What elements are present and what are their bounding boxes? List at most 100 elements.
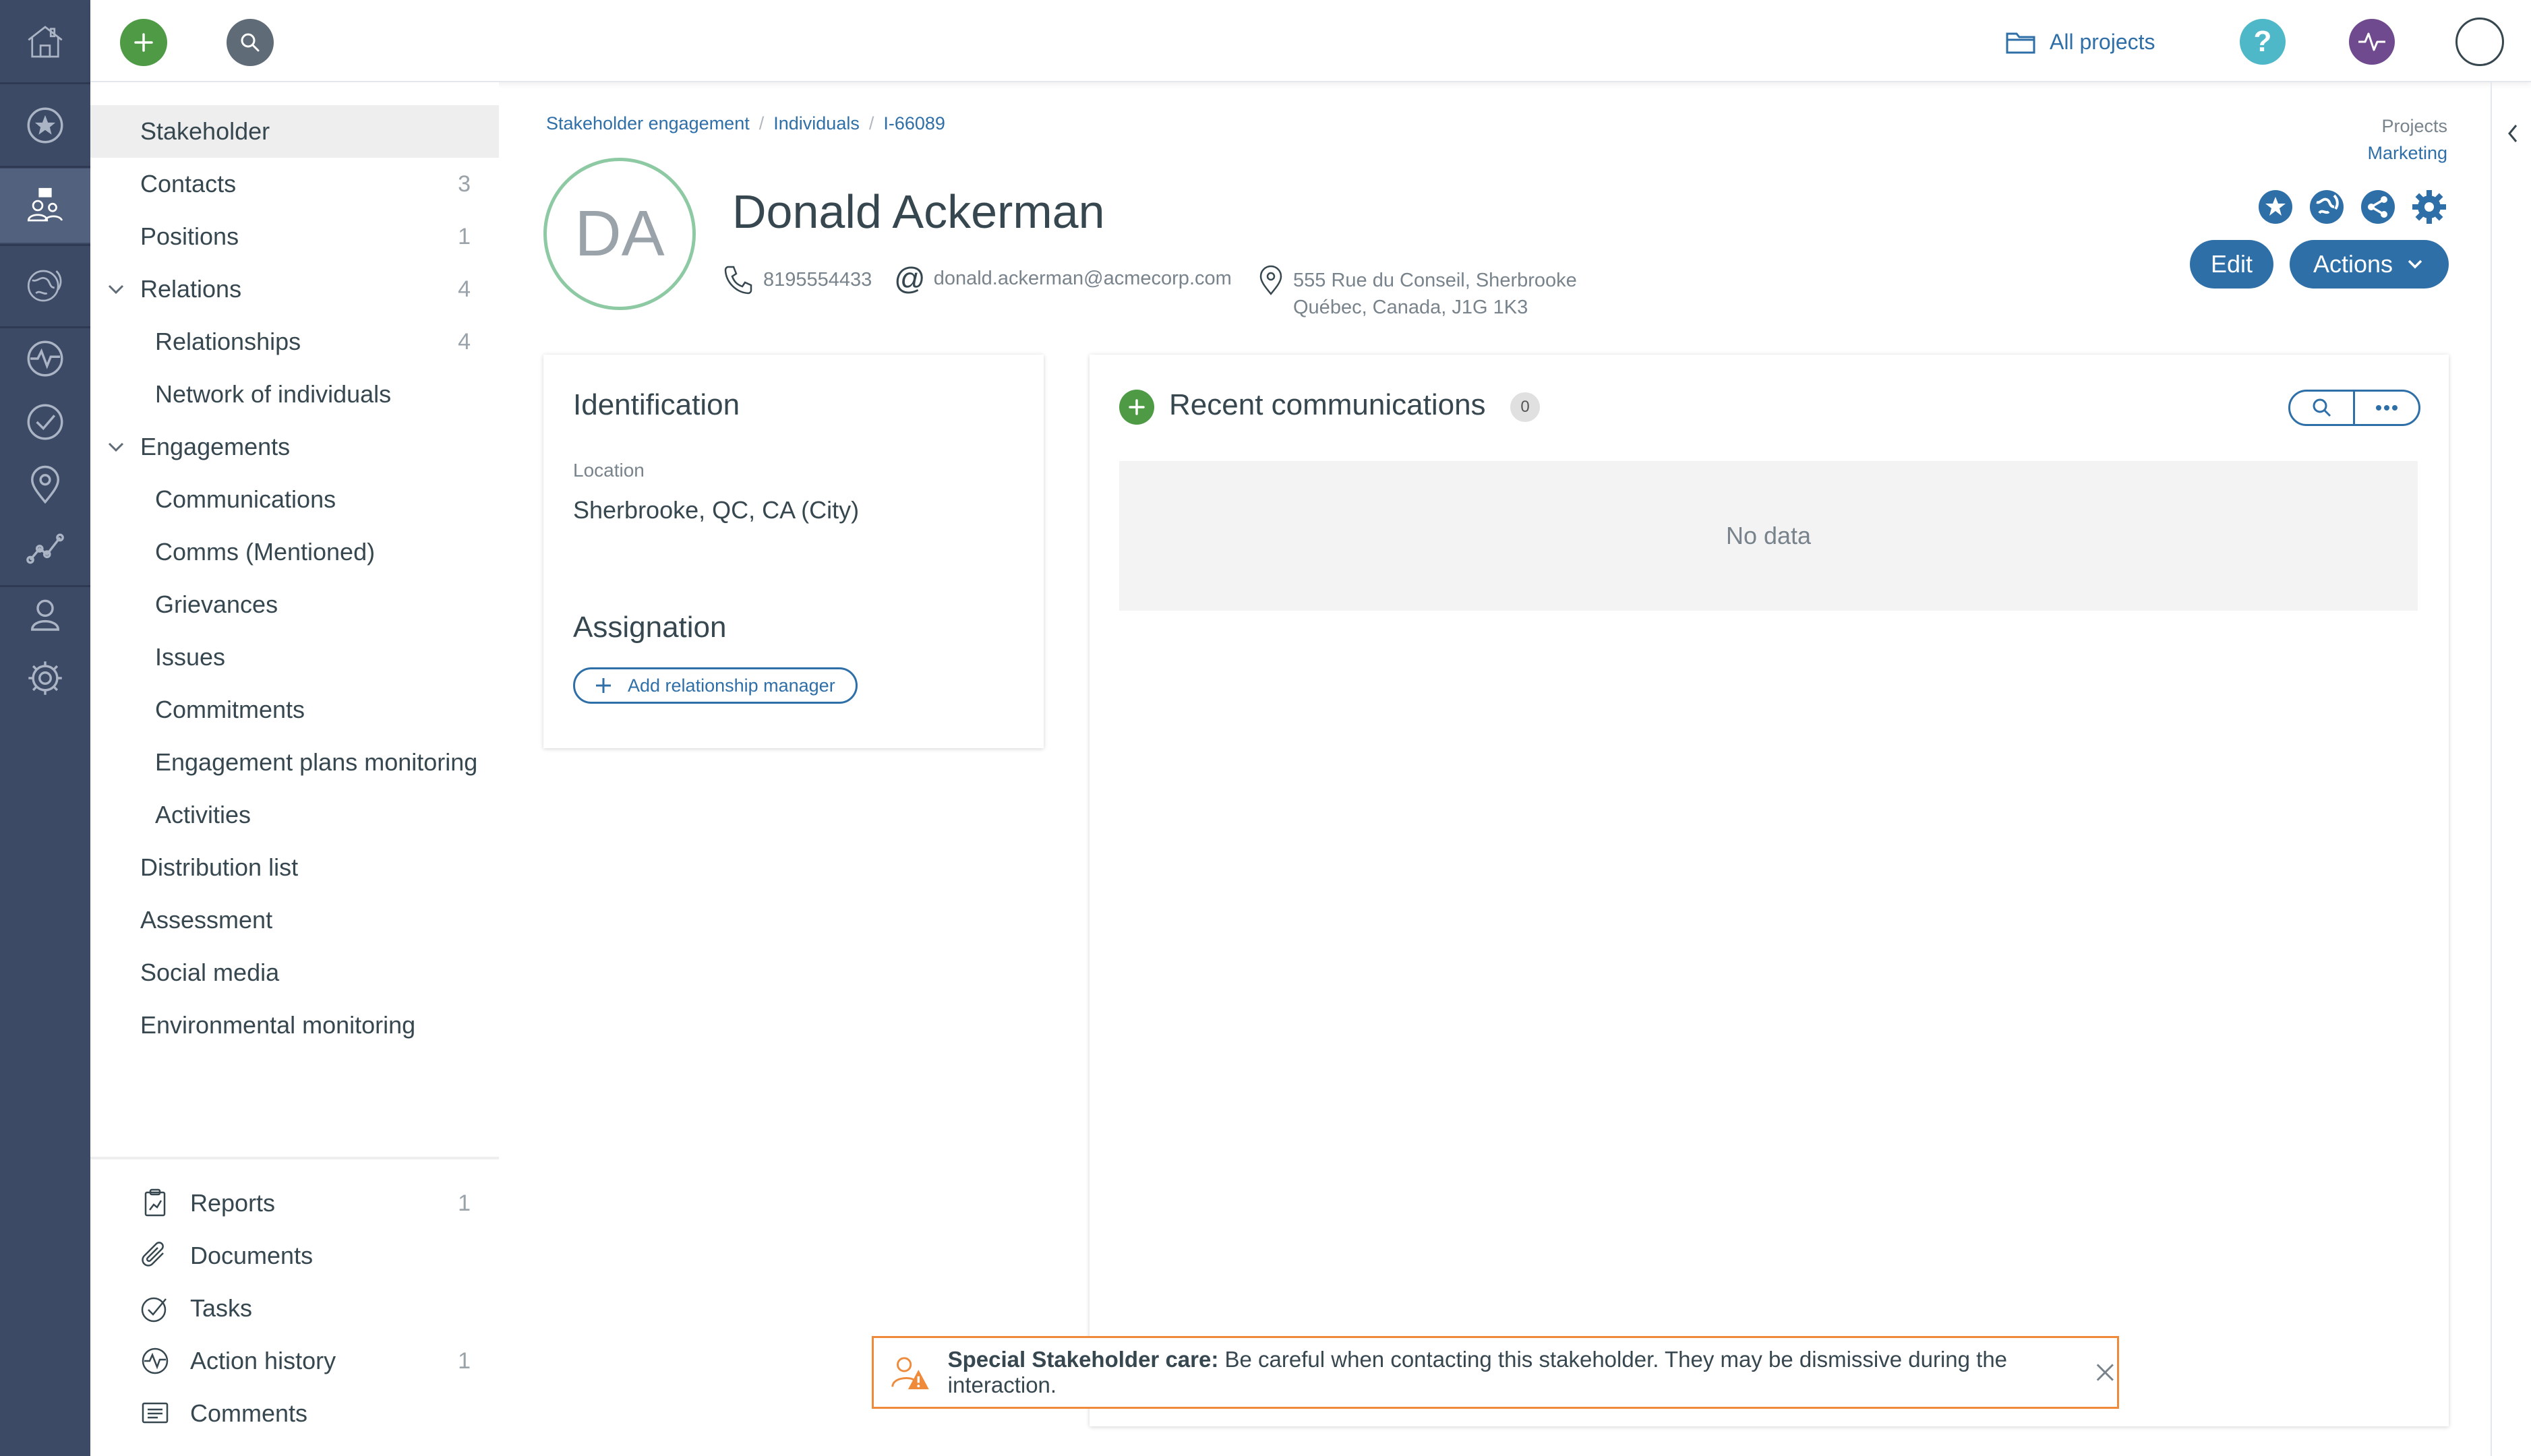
right-panel-divider [2491, 82, 2492, 1456]
warning-text: Special Stakeholder care: Be careful whe… [948, 1347, 2079, 1398]
create-button[interactable] [120, 19, 167, 66]
all-projects-label: All projects [2050, 29, 2155, 54]
nav-label: Tasks [190, 1294, 253, 1322]
nav-item-engagements[interactable]: Engagements [90, 421, 499, 473]
actions-button-label: Actions [2313, 250, 2393, 278]
nav-item-environmental-monitoring[interactable]: Environmental monitoring [90, 999, 499, 1052]
add-communication-button[interactable] [1119, 390, 1154, 425]
report-icon [144, 1188, 166, 1217]
folder-icon [2006, 32, 2035, 54]
recent-communications-title: Recent communications [1169, 388, 1486, 421]
nav-item-communications[interactable]: Communications [90, 473, 499, 526]
nav-item-commitments[interactable]: Commitments [90, 684, 499, 736]
assignation-title: Assignation [573, 611, 727, 644]
nav-count: 4 [458, 328, 471, 355]
environment-globe-icon[interactable] [0, 252, 90, 320]
nav-item-comments[interactable]: Comments [90, 1387, 499, 1440]
nav-item-activities[interactable]: Activities [90, 789, 499, 841]
chevron-down-icon[interactable] [104, 277, 128, 301]
tasks-check-icon[interactable] [0, 395, 90, 449]
nav-count: 1 [458, 223, 471, 249]
breadcrumb-item-stakeholder-engagement[interactable]: Stakeholder engagement [546, 113, 750, 134]
location-label: Location [573, 460, 645, 481]
globe-icon[interactable] [2309, 189, 2345, 225]
nav-item-comms-mentioned[interactable]: Comms (Mentioned) [90, 526, 499, 578]
nav-item-relations[interactable]: Relations 4 [90, 263, 499, 315]
breadcrumb-item-individuals[interactable]: Individuals [773, 113, 860, 134]
communications-count-badge: 0 [1510, 392, 1540, 422]
nav-label: Commitments [155, 696, 305, 723]
nav-item-grievances[interactable]: Grievances [90, 578, 499, 631]
stakeholders-icon[interactable] [0, 169, 90, 243]
analytics-chart-icon[interactable] [0, 522, 90, 576]
nav-item-positions[interactable]: Positions 1 [90, 210, 499, 263]
home-icon[interactable] [0, 9, 90, 74]
more-options-button[interactable] [2355, 392, 2418, 424]
add-relationship-manager-label: Add relationship manager [628, 675, 835, 696]
plus-icon [596, 678, 611, 693]
global-search-button[interactable] [227, 19, 274, 66]
nav-count: 1 [458, 1190, 471, 1216]
close-icon[interactable] [2093, 1360, 2117, 1385]
nav-item-action-history[interactable]: Action history 1 [90, 1335, 499, 1387]
help-icon: ? [2253, 25, 2272, 58]
help-button[interactable]: ? [2240, 19, 2286, 65]
top-bar: All projects ? [90, 0, 2531, 82]
settings-gear-icon[interactable] [0, 651, 90, 705]
add-relationship-manager-button[interactable]: Add relationship manager [573, 667, 858, 704]
actions-dropdown-button[interactable]: Actions [2290, 240, 2449, 289]
nav-item-tasks[interactable]: Tasks [90, 1282, 499, 1335]
nav-item-issues[interactable]: Issues [90, 631, 499, 684]
breadcrumb: Stakeholder engagement / Individuals / I… [546, 113, 945, 134]
settings-gear-icon[interactable] [2411, 189, 2447, 225]
project-value[interactable]: Marketing [2367, 143, 2447, 164]
activity-feed-button[interactable] [2349, 19, 2395, 65]
nav-item-relationships[interactable]: Relationships 4 [90, 315, 499, 368]
phone-number[interactable]: 8195554433 [763, 269, 872, 291]
all-projects-link[interactable]: All projects [2005, 26, 2155, 58]
person-name: Donald Ackerman [732, 185, 1105, 238]
breadcrumb-separator: / [868, 113, 874, 133]
paperclip-icon [142, 1242, 164, 1267]
chevron-down-icon[interactable] [104, 435, 128, 459]
nav-item-stakeholder[interactable]: Stakeholder [90, 105, 499, 158]
nav-item-reports[interactable]: Reports 1 [90, 1177, 499, 1230]
nav-item-social-media[interactable]: Social media [90, 946, 499, 999]
nav-item-engagement-plans-monitoring[interactable]: Engagement plans monitoring [90, 736, 499, 789]
activity-pulse-icon[interactable] [0, 332, 90, 386]
nav-item-distribution-list[interactable]: Distribution list [90, 841, 499, 894]
location-pin-icon[interactable] [0, 458, 90, 512]
plus-icon [1129, 399, 1145, 415]
nav-label: Reports [190, 1189, 276, 1217]
nav-label: Network of individuals [155, 380, 392, 408]
edit-button-label: Edit [2210, 250, 2253, 278]
favorites-star-icon[interactable] [0, 93, 90, 158]
chevron-left-icon[interactable] [2503, 120, 2523, 147]
nav-divider [90, 1157, 499, 1159]
share-icon[interactable] [2360, 189, 2396, 225]
location-value: Sherbrooke, QC, CA (City) [573, 496, 860, 524]
nav-item-documents[interactable]: Documents [90, 1230, 499, 1282]
favorite-star-icon[interactable] [2257, 189, 2294, 225]
user-profile-icon[interactable] [0, 588, 90, 642]
email-address[interactable]: donald.ackerman@acmecorp.com [934, 268, 1232, 290]
at-sign-icon: @ [894, 261, 926, 296]
no-data-text: No data [1725, 522, 1812, 549]
nav-count: 4 [458, 276, 471, 302]
nav-label: Issues [155, 643, 226, 671]
breadcrumb-item-record-id[interactable]: I-66089 [883, 113, 945, 134]
warning-title: Special Stakeholder care: [947, 1347, 1219, 1372]
nav-item-network-of-individuals[interactable]: Network of individuals [90, 368, 499, 421]
search-communications-button[interactable] [2290, 392, 2355, 424]
nav-label: Activities [155, 801, 251, 828]
nav-item-contacts[interactable]: Contacts 3 [90, 158, 499, 210]
side-navigation: Stakeholder Contacts 3 Positions 1 Relat… [90, 82, 499, 1456]
nav-label: Grievances [155, 590, 278, 618]
nav-item-assessment[interactable]: Assessment [90, 894, 499, 946]
nav-label: Relationships [155, 328, 301, 355]
check-circle-icon [141, 1297, 167, 1323]
nav-label: Stakeholder [140, 117, 270, 145]
nav-label: Relations [140, 275, 242, 303]
edit-button[interactable]: Edit [2190, 240, 2273, 289]
user-avatar-button[interactable] [2455, 18, 2504, 66]
